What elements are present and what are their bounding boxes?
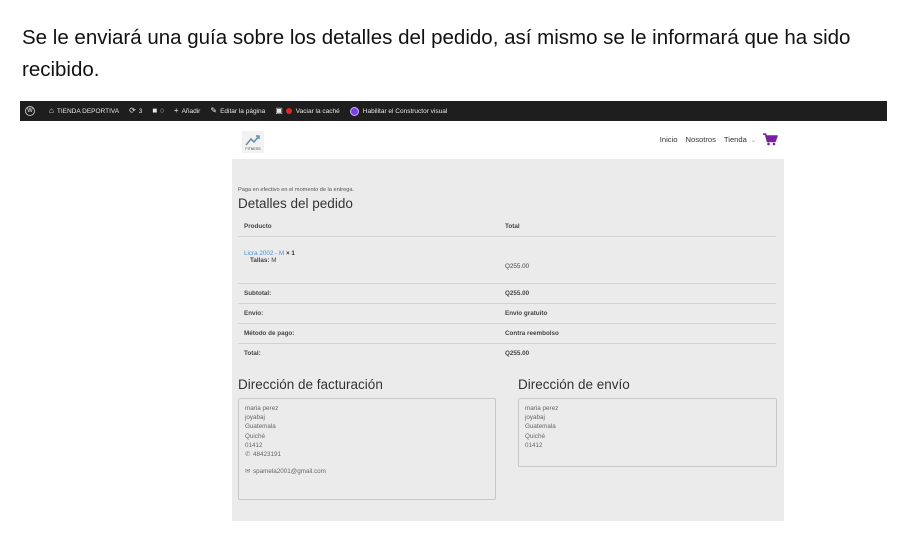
plus-icon: + bbox=[173, 106, 179, 115]
payment-method-value: Contra reembolso bbox=[499, 323, 776, 344]
shipping-postcode: 01412 bbox=[525, 441, 543, 449]
order-received-content: Paga en efectivo en el momento de la ent… bbox=[232, 159, 784, 521]
subtotal-label: Subtotal: bbox=[238, 283, 499, 304]
wp-admin-bar: W ⌂ TIENDA DEPORTIVA ⟳ 3 ■ 0 + Añadir ✎ … bbox=[20, 101, 887, 121]
billing-state: Quiché bbox=[245, 432, 265, 440]
shipping-state: Quiché bbox=[525, 432, 545, 440]
updates-icon: ⟳ bbox=[129, 106, 136, 115]
order-details-table: Producto Total Licra 2002 - M × 1 Tallas… bbox=[238, 217, 776, 363]
comments-menu[interactable]: ■ 0 bbox=[147, 101, 168, 121]
billing-city: joyabaj bbox=[245, 414, 265, 422]
product-cell: Licra 2002 - M × 1 Tallas: M bbox=[238, 236, 499, 284]
site-header: FITNESS Inicio Nosotros Tienda ⌄ bbox=[232, 121, 784, 159]
col-product-header: Producto bbox=[238, 217, 499, 237]
table-header-row: Producto Total bbox=[238, 217, 776, 237]
caption-text: Se le enviará una guía sobre los detalle… bbox=[22, 26, 851, 81]
shipping-country: Guatemala bbox=[525, 423, 556, 431]
add-new-menu[interactable]: + Añadir bbox=[169, 101, 205, 121]
product-meta-value: M bbox=[271, 257, 277, 264]
shipping-label: Envío: bbox=[238, 303, 499, 324]
shipping-value: Envío gratuito bbox=[499, 303, 776, 324]
subtotal-value: Q255.00 bbox=[499, 283, 776, 304]
product-link[interactable]: Licra 2002 - M bbox=[244, 250, 284, 257]
home-icon: ⌂ bbox=[49, 106, 54, 115]
subtotal-row: Subtotal: Q255.00 bbox=[238, 283, 776, 304]
billing-email-line: ✉ spamela2001@gmail.com bbox=[245, 467, 489, 476]
main-nav: Inicio Nosotros Tienda ⌄ bbox=[652, 132, 778, 146]
chevron-down-icon: ⌄ bbox=[750, 137, 756, 144]
performance-icon: ▣ bbox=[275, 106, 283, 115]
site-name-label: TIENDA DEPORTIVA bbox=[56, 107, 120, 115]
updates-count: 3 bbox=[138, 107, 143, 115]
product-qty: × 1 bbox=[286, 250, 295, 257]
product-meta-key: Tallas: bbox=[250, 257, 270, 264]
wordpress-icon: W bbox=[25, 106, 35, 116]
payment-method-label: Método de pago: bbox=[238, 323, 499, 344]
nav-item-tienda-label: Tienda bbox=[723, 134, 747, 144]
billing-postcode: 01412 bbox=[245, 441, 263, 449]
edit-page-label: Editar la página bbox=[220, 107, 266, 115]
product-total: Q255.00 bbox=[499, 236, 776, 284]
nav-item-nosotros[interactable]: Nosotros bbox=[686, 135, 716, 144]
payment-notice: Paga en efectivo en el momento de la ent… bbox=[238, 187, 354, 193]
cache-label: Vaciar la caché bbox=[295, 107, 340, 115]
total-value: Q255.00 bbox=[505, 350, 530, 357]
billing-country: Guatemala bbox=[245, 423, 276, 431]
wp-logo-menu[interactable]: W bbox=[20, 101, 44, 121]
billing-address-title: Dirección de facturación bbox=[238, 377, 383, 392]
site-logo[interactable]: FITNESS bbox=[242, 131, 264, 153]
add-new-label: Añadir bbox=[181, 107, 201, 115]
payment-method-row: Método de pago: Contra reembolso bbox=[238, 323, 776, 344]
visual-builder-menu[interactable]: Habilitar el Constructor visual bbox=[345, 101, 453, 121]
cart-icon[interactable] bbox=[762, 132, 778, 146]
nav-item-tienda[interactable]: Tienda ⌄ bbox=[724, 135, 756, 144]
billing-name: maria perez bbox=[245, 405, 279, 412]
updates-menu[interactable]: ⟳ 3 bbox=[124, 101, 147, 121]
shipping-row: Envío: Envío gratuito bbox=[238, 303, 776, 324]
logo-text: FITNESS bbox=[245, 147, 261, 151]
divi-icon bbox=[349, 106, 359, 116]
order-details-title: Detalles del pedido bbox=[238, 196, 353, 211]
status-dot-icon bbox=[285, 108, 292, 114]
phone-icon: ✆ bbox=[245, 451, 251, 459]
pencil-icon: ✎ bbox=[210, 106, 218, 115]
billing-email: spamela2001@gmail.com bbox=[253, 468, 326, 476]
edit-page-menu[interactable]: ✎ Editar la página bbox=[205, 101, 270, 121]
product-total-value: Q255.00 bbox=[505, 262, 530, 270]
email-icon: ✉ bbox=[245, 468, 251, 476]
col-total-header: Total bbox=[499, 217, 776, 237]
comments-count: 0 bbox=[160, 107, 164, 115]
site-name-menu[interactable]: ⌂ TIENDA DEPORTIVA bbox=[44, 101, 124, 121]
total-label: Total: bbox=[244, 350, 261, 357]
cache-menu[interactable]: ▣ Vaciar la caché bbox=[270, 101, 345, 121]
product-row: Licra 2002 - M × 1 Tallas: M Q255.00 bbox=[238, 236, 776, 284]
shipping-name: maria perez bbox=[525, 405, 559, 412]
visual-builder-label: Habilitar el Constructor visual bbox=[362, 107, 448, 115]
comment-icon: ■ bbox=[152, 106, 158, 115]
billing-phone-line: ✆ 48423191 bbox=[245, 450, 489, 459]
total-row: Total: Q255.00 bbox=[238, 344, 776, 364]
billing-address-box: maria perez joyabaj Guatemala Quiché 014… bbox=[238, 398, 496, 500]
shipping-address-title: Dirección de envío bbox=[518, 377, 630, 392]
nav-item-inicio[interactable]: Inicio bbox=[660, 135, 678, 144]
shipping-address-box: maria perez joyabaj Guatemala Quiché 014… bbox=[518, 398, 777, 467]
billing-phone: 48423191 bbox=[253, 451, 282, 459]
shipping-city: joyabaj bbox=[525, 414, 545, 422]
